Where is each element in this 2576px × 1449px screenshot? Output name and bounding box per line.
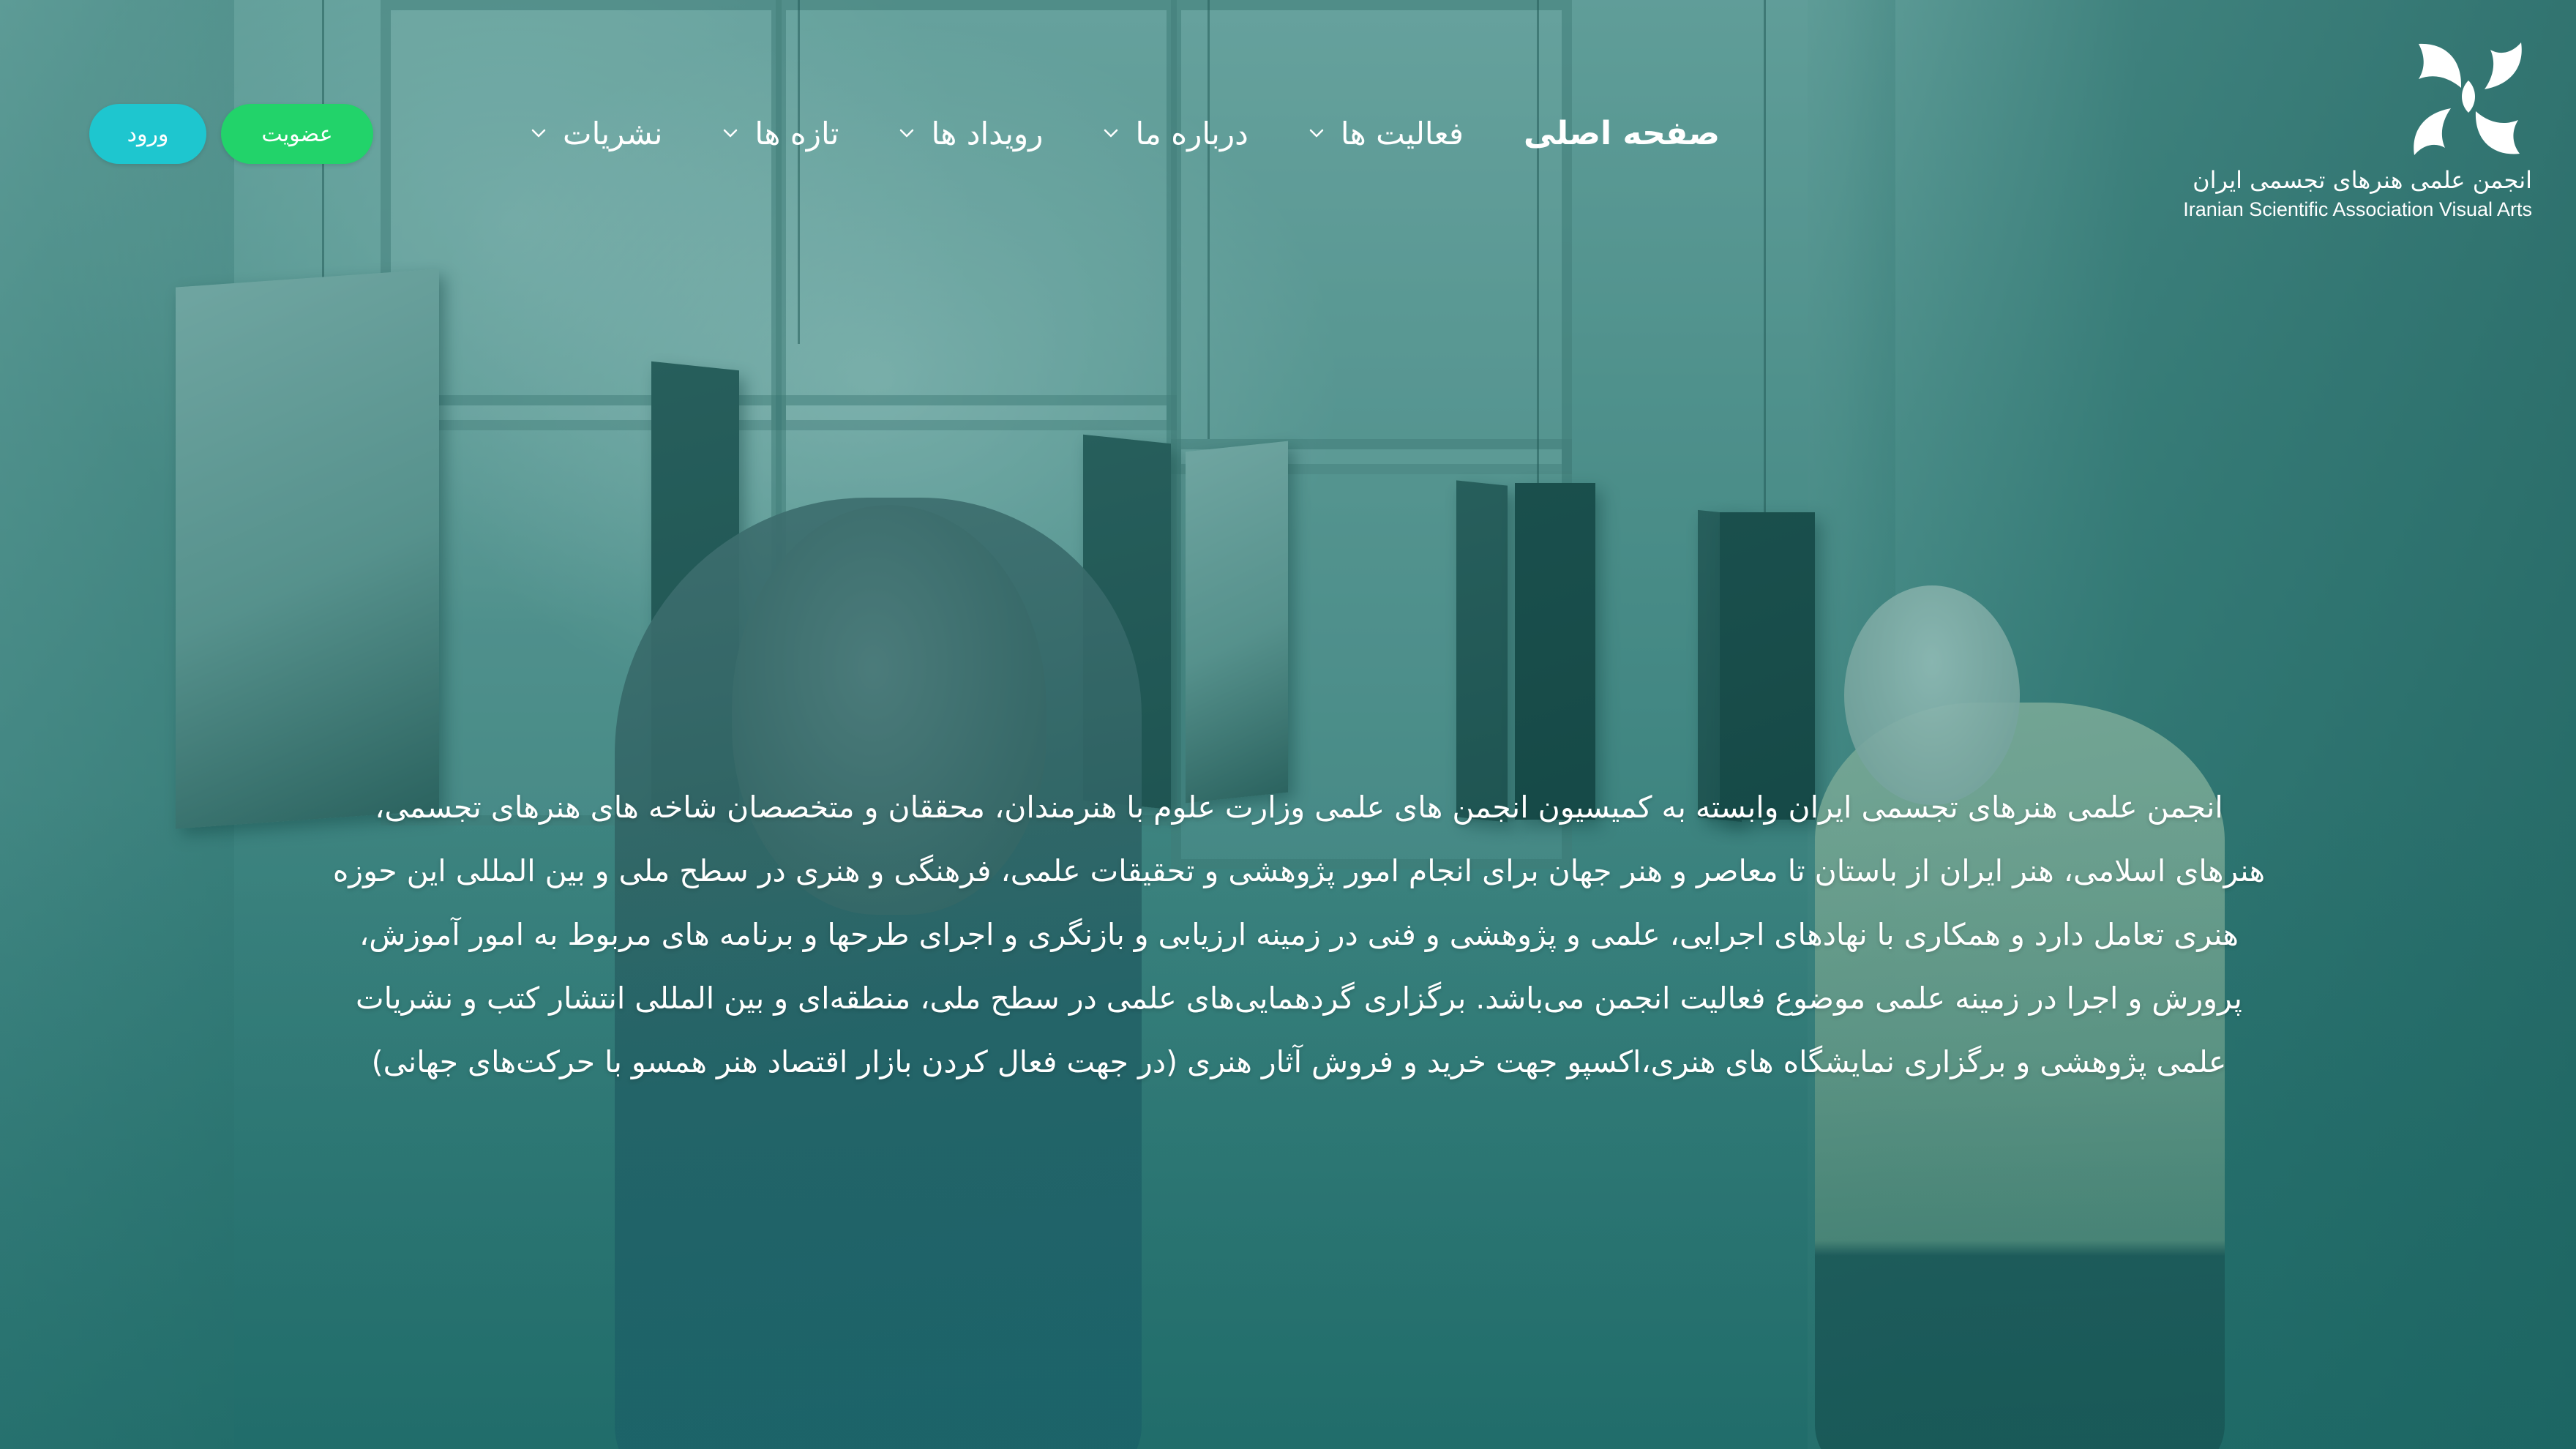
nav-item-label: فعالیت ها xyxy=(1340,115,1464,151)
nav-item-home[interactable]: صفحه اصلی xyxy=(1524,115,1720,152)
nav-item-label: درباره ما xyxy=(1135,115,1248,151)
nav-item-label: نشریات xyxy=(563,115,663,151)
chevron-down-icon xyxy=(897,124,916,143)
nav-item-label: صفحه اصلی xyxy=(1524,114,1720,152)
auth-buttons: ورود عضویت xyxy=(89,104,373,164)
intro-line: هنرهای اسلامی، هنر ایران از باستان تا مع… xyxy=(332,853,2266,888)
intro-line: انجمن علمی هنرهای تجسمی ایران وابسته به … xyxy=(375,790,2223,825)
nav-item-label: رویداد ها xyxy=(931,115,1044,151)
join-button[interactable]: عضویت xyxy=(221,104,373,164)
nav-item-news[interactable]: تازه ها xyxy=(721,116,839,151)
brand-name-fa: انجمن علمی هنرهای تجسمی ایران xyxy=(2193,166,2532,194)
intro-line: پرورش و اجرا در زمینه علمی موضوع فعالیت … xyxy=(356,981,2242,1016)
association-logo-icon xyxy=(2404,37,2532,161)
intro-line: علمی پژوهشی و برگزاری نمایشگاه های هنری،… xyxy=(371,1044,2227,1079)
page: انجمن علمی هنرهای تجسمی ایران Iranian Sc… xyxy=(0,0,2576,1449)
nav-item-publications[interactable]: نشریات xyxy=(529,116,662,151)
intro-paragraph: انجمن علمی هنرهای تجسمی ایران وابسته به … xyxy=(205,776,2393,1094)
main-navigation: صفحه اصلی فعالیت ها درباره ما رویداد ها … xyxy=(529,102,1720,164)
nav-item-label: تازه ها xyxy=(755,115,839,151)
chevron-down-icon xyxy=(721,124,740,143)
chevron-down-icon xyxy=(529,124,548,143)
login-button[interactable]: ورود xyxy=(89,104,206,164)
chevron-down-icon xyxy=(1307,124,1326,143)
nav-item-events[interactable]: رویداد ها xyxy=(897,116,1043,151)
intro-line: هنری تعامل دارد و همکاری با نهادهای اجرا… xyxy=(359,917,2239,952)
brand-name-en: Iranian Scientific Association Visual Ar… xyxy=(2183,198,2532,220)
chevron-down-icon xyxy=(1101,124,1120,143)
nav-item-activities[interactable]: فعالیت ها xyxy=(1307,116,1464,151)
nav-item-about[interactable]: درباره ما xyxy=(1101,116,1248,151)
site-logo[interactable]: انجمن علمی هنرهای تجسمی ایران Iranian Sc… xyxy=(2152,37,2532,222)
